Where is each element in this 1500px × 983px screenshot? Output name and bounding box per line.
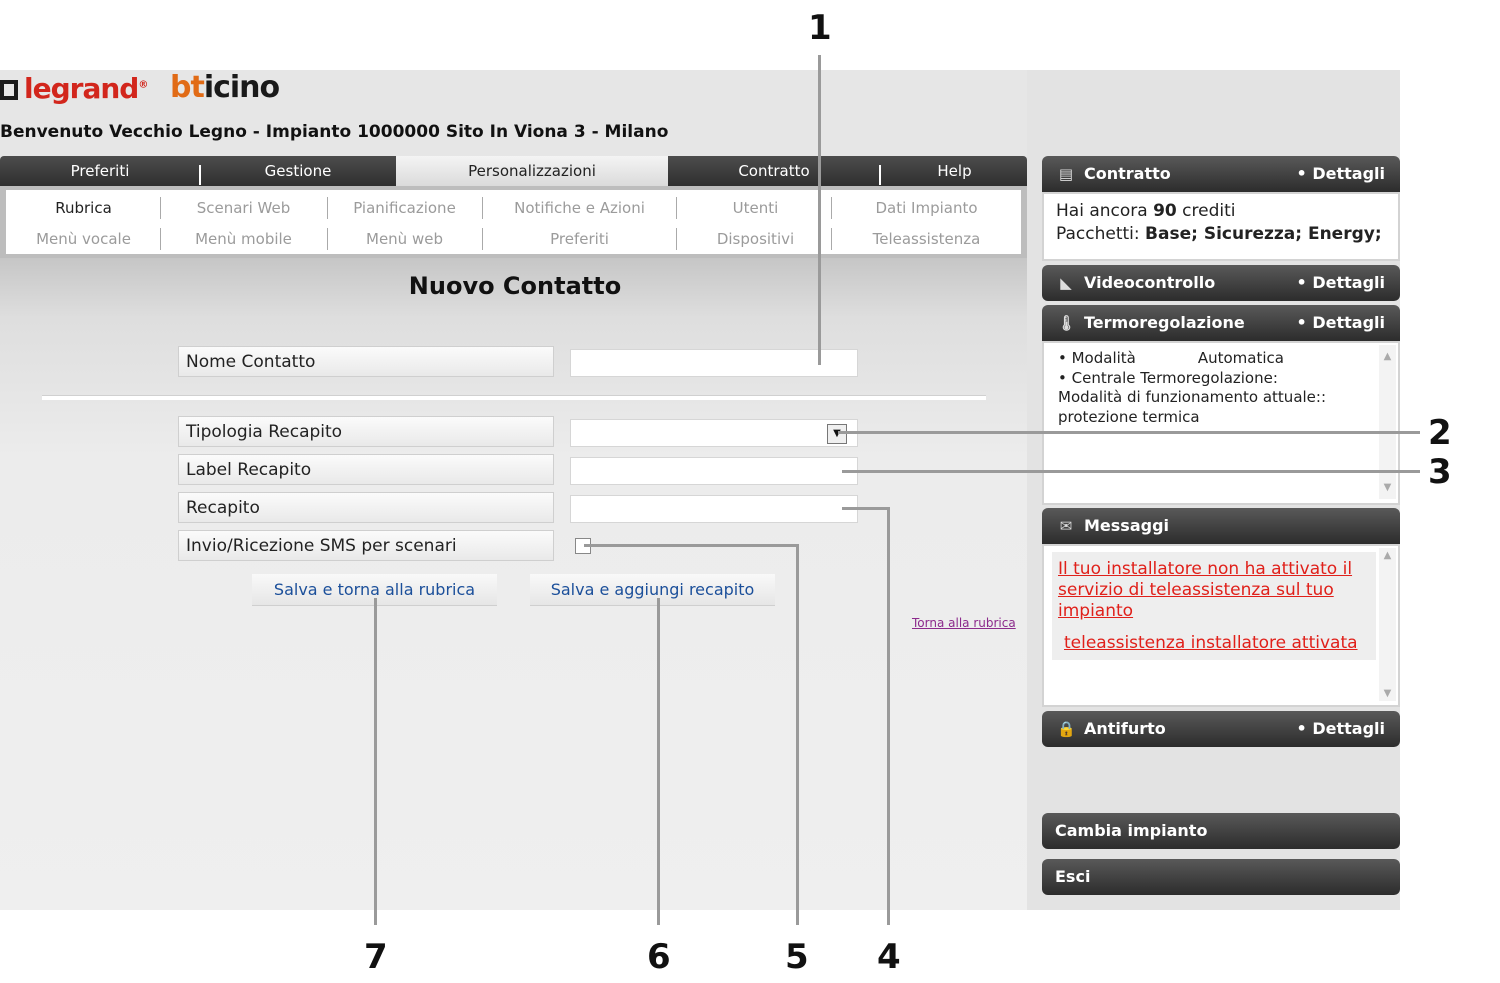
contratto-widget-header: ▤ Contratto • Dettagli (1042, 156, 1400, 192)
nome-contatto-label: Nome Contatto (178, 346, 554, 377)
callout-line-4 (842, 507, 890, 510)
submenu-item-dispositivi[interactable]: Dispositivi (678, 229, 833, 249)
messaggi-widget-body: Il tuo installatore non ha attivato il s… (1042, 544, 1400, 707)
submenu-item-teleassistenza[interactable]: Teleassistenza (849, 229, 1004, 249)
callout-line-2 (838, 431, 1420, 434)
termoregolazione-widget-header: 🌡 Termoregolazione • Dettagli (1042, 305, 1400, 341)
videocontrollo-title: Videocontrollo (1084, 273, 1216, 292)
videocontrollo-widget-header[interactable]: ◣ Videocontrollo • Dettagli (1042, 265, 1400, 301)
antifurto-details-link[interactable]: • Dettagli (1297, 711, 1385, 747)
tab-help[interactable]: Help (882, 156, 1027, 186)
submenu-item-menu-vocale[interactable]: Menù vocale (6, 229, 161, 249)
callout-number-6: 6 (647, 937, 671, 977)
submenu-item-pianificazione[interactable]: Pianificazione (327, 198, 482, 218)
termo-scrollbar[interactable]: ▲ ▼ (1379, 345, 1396, 499)
messaggi-title: Messaggi (1084, 516, 1170, 535)
submenu-item-menu-web[interactable]: Menù web (327, 229, 482, 249)
submenu-separator (482, 197, 483, 219)
termo-mode-line: • Modalità Automatica (1058, 349, 1284, 367)
messages-list: Il tuo installatore non ha attivato il s… (1052, 552, 1376, 660)
submenu-separator (482, 228, 483, 250)
recapito-label: Recapito (178, 492, 554, 523)
message-item[interactable]: Il tuo installatore non ha attivato il s… (1058, 559, 1374, 622)
callout-line-6 (657, 598, 660, 925)
submenu: Rubrica Scenari Web Pianificazione Notif… (6, 190, 1021, 254)
callout-number-5: 5 (785, 937, 809, 977)
cambia-impianto-button[interactable]: Cambia impianto (1042, 813, 1400, 849)
termoregolazione-title: Termoregolazione (1084, 313, 1245, 332)
termo-status-value: protezione termica (1058, 407, 1200, 426)
back-to-rubrica-link[interactable]: Torna alla rubrica (912, 616, 1016, 630)
callout-line-4 (887, 507, 890, 925)
callout-number-2: 2 (1428, 413, 1452, 453)
submenu-item-scenari-web[interactable]: Scenari Web (166, 198, 321, 218)
antifurto-widget-header[interactable]: 🔒 Antifurto • Dettagli (1042, 711, 1400, 747)
callout-line-5 (796, 544, 799, 925)
submenu-separator (327, 197, 328, 219)
dropdown-arrow-icon[interactable]: ▼ (827, 424, 847, 444)
callout-number-7: 7 (364, 937, 388, 977)
callout-line-5 (584, 544, 799, 547)
callout-number-4: 4 (877, 937, 901, 977)
form-title: Nuovo Contatto (408, 272, 622, 300)
submenu-item-utenti[interactable]: Utenti (678, 198, 833, 218)
messaggi-widget-header: ✉ Messaggi (1042, 508, 1400, 544)
submenu-item-notifiche[interactable]: Notifiche e Azioni (502, 198, 657, 218)
recapito-input[interactable] (570, 495, 858, 523)
tipologia-recapito-select[interactable]: ▼ (570, 419, 858, 447)
callout-line-7 (374, 598, 377, 925)
submenu-separator (160, 228, 161, 250)
contratto-title: Contratto (1084, 164, 1171, 183)
submenu-separator (676, 228, 677, 250)
termo-central-line: • Centrale Termoregolazione: (1058, 368, 1278, 387)
videocontrollo-details-link[interactable]: • Dettagli (1297, 265, 1385, 301)
termo-status-line: Modalità di funzionamento attuale:: (1058, 388, 1327, 406)
callout-line-3 (842, 470, 1420, 473)
tab-personalizzazioni[interactable]: Personalizzazioni (396, 156, 668, 188)
submenu-separator (160, 197, 161, 219)
lock-icon: 🔒 (1057, 720, 1076, 738)
message-item[interactable]: teleassistenza installatore attivata (1064, 633, 1374, 654)
submenu-separator (676, 197, 677, 219)
submenu-separator (831, 197, 832, 219)
sms-label: Invio/Ricezione SMS per scenari (178, 530, 554, 561)
contratto-details-link[interactable]: • Dettagli (1297, 156, 1385, 192)
submenu-separator (831, 228, 832, 250)
tab-separator (879, 165, 881, 185)
legrand-logo: legrand® (0, 72, 148, 105)
submenu-item-preferiti[interactable]: Preferiti (502, 229, 657, 249)
tab-gestione[interactable]: Gestione (201, 156, 395, 186)
submenu-item-dati-impianto[interactable]: Dati Impianto (849, 198, 1004, 218)
submenu-item-menu-mobile[interactable]: Menù mobile (166, 229, 321, 249)
termoregolazione-details-link[interactable]: • Dettagli (1297, 305, 1385, 341)
callout-line-1 (818, 55, 821, 365)
submenu-item-rubrica[interactable]: Rubrica (6, 198, 161, 218)
thermometer-icon: 🌡 (1057, 314, 1077, 332)
antifurto-title: Antifurto (1084, 719, 1166, 738)
nome-contatto-input[interactable] (570, 349, 858, 377)
welcome-text: Benvenuto Vecchio Legno - Impianto 10000… (0, 122, 669, 142)
main-tabs: Preferiti Gestione Personalizzazioni Con… (0, 156, 1027, 188)
callout-number-1: 1 (808, 8, 832, 48)
label-recapito-label: Label Recapito (178, 454, 554, 485)
tipologia-recapito-label: Tipologia Recapito (178, 416, 554, 447)
form-divider (42, 395, 986, 400)
termoregolazione-widget-body: • Modalità Automatica • Centrale Termoreg… (1042, 341, 1400, 505)
messaggi-scrollbar[interactable]: ▲ ▼ (1379, 548, 1396, 701)
tab-contratto[interactable]: Contratto (668, 156, 880, 186)
camera-icon: ◣ (1060, 274, 1072, 292)
packages-line: Pacchetti: Base; Sicurezza; Energy; (1056, 224, 1382, 244)
contratto-widget-body: Hai ancora 90 crediti Pacchetti: Base; S… (1042, 192, 1400, 261)
envelope-icon: ✉ (1059, 517, 1073, 535)
bticino-logo: bticino (170, 70, 280, 105)
tab-preferiti[interactable]: Preferiti (0, 156, 200, 186)
credits-line: Hai ancora 90 crediti (1056, 201, 1236, 221)
save-add-button[interactable]: Salva e aggiungi recapito (530, 574, 775, 606)
label-recapito-input[interactable] (570, 457, 858, 485)
submenu-separator (327, 228, 328, 250)
esci-button[interactable]: Esci (1042, 859, 1400, 895)
callout-number-3: 3 (1428, 452, 1452, 492)
document-icon: ▤ (1058, 165, 1074, 183)
